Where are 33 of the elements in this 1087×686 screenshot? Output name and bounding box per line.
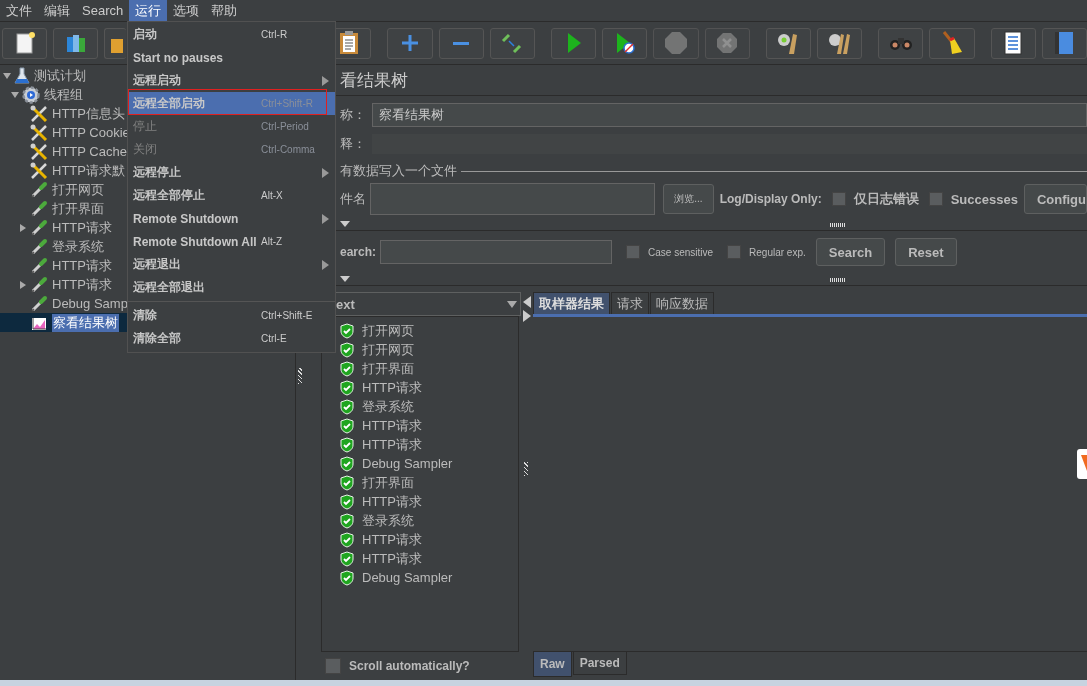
shortcut-label: Ctrl-R bbox=[261, 29, 288, 40]
tree-item-label: 测试计划 bbox=[34, 66, 86, 85]
checkbox-label: Case sensitive bbox=[648, 246, 714, 258]
tree-item-label: HTTP请求默 bbox=[52, 161, 125, 180]
tree-item-label: HTTP请求 bbox=[52, 218, 112, 237]
checkbox-label: Scroll automatically? bbox=[349, 659, 470, 673]
panel-title: 看结果树 bbox=[340, 69, 408, 92]
shortcut-label: Ctrl-Period bbox=[261, 121, 309, 132]
section-title: 有数据写入一个文件 bbox=[340, 162, 457, 180]
field-label: 称： bbox=[340, 106, 366, 124]
tree-item-label: Debug Samp bbox=[52, 296, 128, 311]
checkbox-label: Successes bbox=[950, 191, 1018, 207]
shortcut-label: Alt-Z bbox=[261, 236, 283, 247]
tree-item-label: 线程组 bbox=[44, 85, 83, 104]
shortcut-label: Alt-X bbox=[261, 190, 283, 201]
tree-item-label: HTTP信息头 bbox=[52, 104, 125, 123]
log-display-label: Log/Display Only: bbox=[719, 192, 822, 206]
field-label: 释： bbox=[340, 135, 366, 153]
checkbox-label: Regular exp. bbox=[749, 246, 806, 258]
shortcut-label: Ctrl-E bbox=[261, 333, 287, 344]
shortcut-label: Ctrl-Comma bbox=[261, 144, 315, 155]
field-label: 件名 bbox=[340, 190, 366, 208]
tree-item-label: 打开网页 bbox=[52, 180, 104, 199]
tree-item-label: 打开界面 bbox=[52, 199, 104, 218]
tree-item-label: 察看结果树 bbox=[52, 313, 119, 332]
tree-item-label: HTTP请求 bbox=[52, 275, 112, 294]
shortcut-label: Ctrl+Shift-R bbox=[261, 98, 313, 109]
shortcut-label: Ctrl+Shift-E bbox=[261, 310, 313, 321]
tree-item-label: HTTP Cache bbox=[52, 144, 127, 159]
tree-item-label: HTTP请求 bbox=[52, 256, 112, 275]
checkbox-label: 仅日志错误 bbox=[853, 190, 919, 208]
tree-item-label: 登录系统 bbox=[52, 237, 104, 256]
search-label: earch: bbox=[340, 245, 377, 259]
